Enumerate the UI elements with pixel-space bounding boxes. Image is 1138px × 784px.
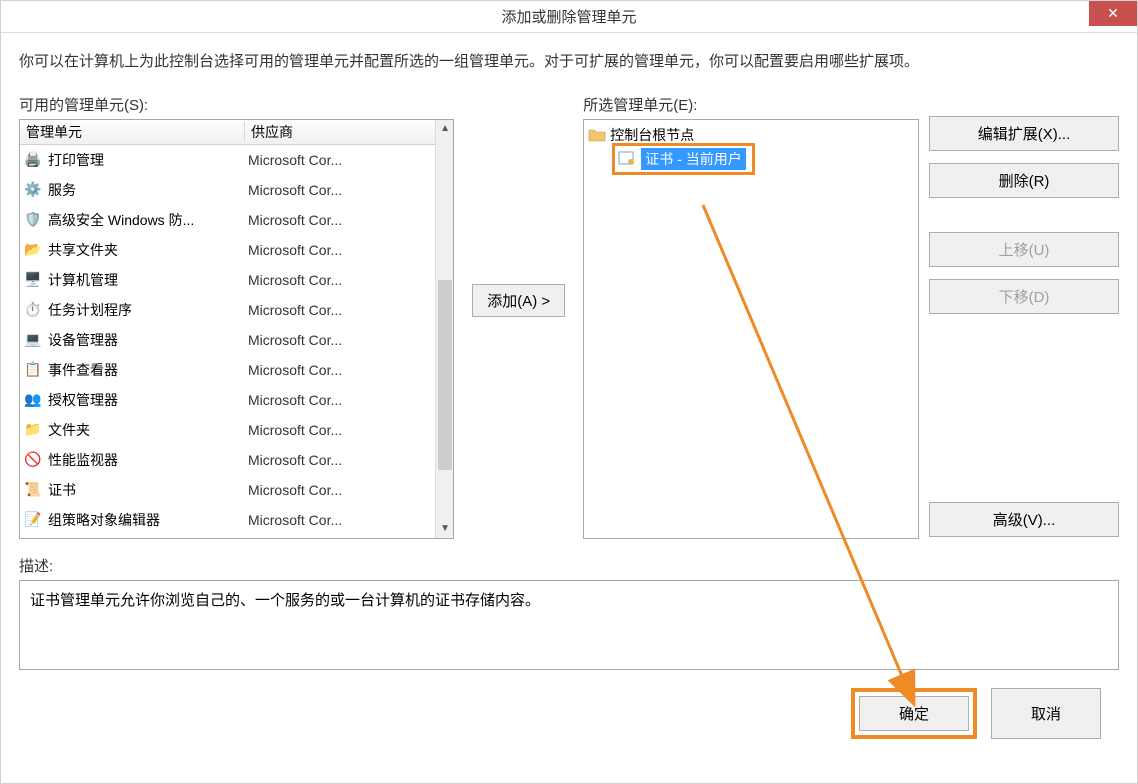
dialog-window: 添加或删除管理单元 ✕ 你可以在计算机上为此控制台选择可用的管理单元并配置所选的…	[0, 0, 1138, 784]
add-button[interactable]: 添加(A) >	[472, 284, 565, 317]
snapin-icon: 💻	[24, 331, 42, 349]
snapin-vendor: Microsoft Cor...	[248, 332, 342, 348]
list-item[interactable]: 🧩组件服务Microsoft Cor...	[20, 535, 453, 539]
dialog-footer: 确定 取消	[19, 670, 1119, 755]
list-column-headers: 管理单元 供应商	[20, 120, 453, 145]
certificate-icon	[617, 150, 637, 168]
snapin-vendor: Microsoft Cor...	[248, 152, 342, 168]
snapin-vendor: Microsoft Cor...	[248, 512, 342, 528]
list-item[interactable]: 📂 共享文件夹Microsoft Cor...	[20, 235, 453, 265]
advanced-button[interactable]: 高级(V)...	[929, 502, 1119, 537]
remove-button[interactable]: 删除(R)	[929, 163, 1119, 198]
list-body: 🖨️打印管理Microsoft Cor...⚙️服务Microsoft Cor.…	[20, 145, 453, 539]
snapin-vendor: Microsoft Cor...	[248, 272, 342, 288]
snapin-name: 任务计划程序	[48, 300, 248, 320]
snapin-name: 授权管理器	[48, 390, 248, 410]
selected-snapins-tree[interactable]: 控制台根节点 证书 - 当前用户	[583, 119, 919, 539]
snapin-name: 共享文件夹	[48, 240, 248, 260]
scroll-up-icon[interactable]: ▲	[436, 120, 454, 138]
tree-root-label: 控制台根节点	[610, 125, 694, 145]
list-item[interactable]: 💻 设备管理器Microsoft Cor...	[20, 325, 453, 355]
content-area: 你可以在计算机上为此控制台选择可用的管理单元并配置所选的一组管理单元。对于可扩展…	[1, 33, 1137, 783]
description-section: 描述: 证书管理单元允许你浏览自己的、一个服务的或一台计算机的证书存储内容。	[19, 555, 1119, 670]
ok-button[interactable]: 确定	[859, 696, 969, 731]
snapin-name: 证书	[48, 480, 248, 500]
scroll-thumb[interactable]	[438, 280, 452, 470]
snapin-vendor: Microsoft Cor...	[248, 302, 342, 318]
list-item[interactable]: 📁 文件夹Microsoft Cor...	[20, 415, 453, 445]
selected-snapins-label: 所选管理单元(E):	[583, 94, 919, 115]
snapin-name: 服务	[48, 180, 248, 200]
titlebar: 添加或删除管理单元 ✕	[1, 1, 1137, 33]
close-icon: ✕	[1107, 5, 1119, 22]
snapin-icon: ⏱️	[24, 301, 42, 319]
snapin-name: 打印管理	[48, 150, 248, 170]
snapin-vendor: Microsoft Cor...	[248, 182, 342, 198]
list-item[interactable]: 🖥️ 计算机管理Microsoft Cor...	[20, 265, 453, 295]
snapin-icon: ⚙️	[24, 181, 42, 199]
snapin-icon: 👥	[24, 391, 42, 409]
snapin-vendor: Microsoft Cor...	[248, 452, 342, 468]
list-item[interactable]: 🛡️ 高级安全 Windows 防...Microsoft Cor...	[20, 205, 453, 235]
list-item[interactable]: 👥 授权管理器Microsoft Cor...	[20, 385, 453, 415]
description-label: 描述:	[19, 555, 1119, 576]
tree-child-node[interactable]: 证书 - 当前用户	[608, 146, 916, 172]
close-button[interactable]: ✕	[1089, 1, 1137, 26]
snapin-icon: 🖥️	[24, 271, 42, 289]
list-item[interactable]: 📋 事件查看器Microsoft Cor...	[20, 355, 453, 385]
column-header-vendor[interactable]: 供应商	[245, 122, 453, 142]
snapin-name: 计算机管理	[48, 270, 248, 290]
snapin-icon: 🖨️	[24, 151, 42, 169]
move-up-button[interactable]: 上移(U)	[929, 232, 1119, 267]
list-item[interactable]: ⏱️ 任务计划程序Microsoft Cor...	[20, 295, 453, 325]
list-item[interactable]: ⚙️ 服务Microsoft Cor...	[20, 175, 453, 205]
middle-column: 添加(A) >	[464, 94, 573, 317]
list-item[interactable]: 📜 证书Microsoft Cor...	[20, 475, 453, 505]
available-snapins-section: 可用的管理单元(S): 管理单元 供应商 🖨️打印管理Microsoft Cor…	[19, 94, 454, 539]
description-text: 证书管理单元允许你浏览自己的、一个服务的或一台计算机的证书存储内容。	[19, 580, 1119, 670]
vertical-scrollbar[interactable]: ▲ ▼	[435, 120, 453, 538]
available-snapins-list[interactable]: 管理单元 供应商 🖨️打印管理Microsoft Cor...⚙️服务Micro…	[19, 119, 454, 539]
list-item[interactable]: 🚫 性能监视器Microsoft Cor...	[20, 445, 453, 475]
snapin-name: 文件夹	[48, 420, 248, 440]
folder-icon	[588, 126, 606, 144]
tree-child-label: 证书 - 当前用户	[641, 148, 745, 170]
snapin-name: 高级安全 Windows 防...	[48, 210, 248, 230]
snapin-name: 设备管理器	[48, 330, 248, 350]
snapin-icon: 📝	[24, 511, 42, 529]
annotation-highlight-selected: 证书 - 当前用户	[612, 143, 754, 175]
snapin-name: 事件查看器	[48, 360, 248, 380]
scroll-down-icon[interactable]: ▼	[436, 520, 454, 538]
side-buttons-column: 编辑扩展(X)... 删除(R) 上移(U) 下移(D) 高级(V)...	[929, 94, 1119, 537]
snapin-vendor: Microsoft Cor...	[248, 242, 342, 258]
snapin-vendor: Microsoft Cor...	[248, 362, 342, 378]
snapin-icon: 📜	[24, 481, 42, 499]
snapin-vendor: Microsoft Cor...	[248, 482, 342, 498]
list-item[interactable]: 🖨️ 打印管理Microsoft Cor...	[20, 145, 453, 175]
snapin-icon: 📂	[24, 241, 42, 259]
annotation-highlight-ok: 确定	[851, 688, 977, 739]
snapin-icon: 🛡️	[24, 211, 42, 229]
list-item[interactable]: 📝 组策略对象编辑器Microsoft Cor...	[20, 505, 453, 535]
snapin-name: 组策略对象编辑器	[48, 510, 248, 530]
move-down-button[interactable]: 下移(D)	[929, 279, 1119, 314]
intro-text: 你可以在计算机上为此控制台选择可用的管理单元并配置所选的一组管理单元。对于可扩展…	[19, 51, 1119, 74]
selected-snapins-section: 所选管理单元(E): 控制台根节点 证书 - 当前用户	[583, 94, 919, 539]
edit-extensions-button[interactable]: 编辑扩展(X)...	[929, 116, 1119, 151]
snapin-vendor: Microsoft Cor...	[248, 392, 342, 408]
snapin-icon: 📁	[24, 421, 42, 439]
snapin-vendor: Microsoft Cor...	[248, 422, 342, 438]
snapin-vendor: Microsoft Cor...	[248, 212, 342, 228]
column-header-name[interactable]: 管理单元	[20, 122, 245, 142]
dialog-title: 添加或删除管理单元	[501, 6, 636, 27]
snapin-name: 性能监视器	[48, 450, 248, 470]
main-layout: 可用的管理单元(S): 管理单元 供应商 🖨️打印管理Microsoft Cor…	[19, 94, 1119, 539]
cancel-button[interactable]: 取消	[991, 688, 1101, 739]
snapin-icon: 📋	[24, 361, 42, 379]
snapin-icon: 🚫	[24, 451, 42, 469]
available-snapins-label: 可用的管理单元(S):	[19, 94, 454, 115]
